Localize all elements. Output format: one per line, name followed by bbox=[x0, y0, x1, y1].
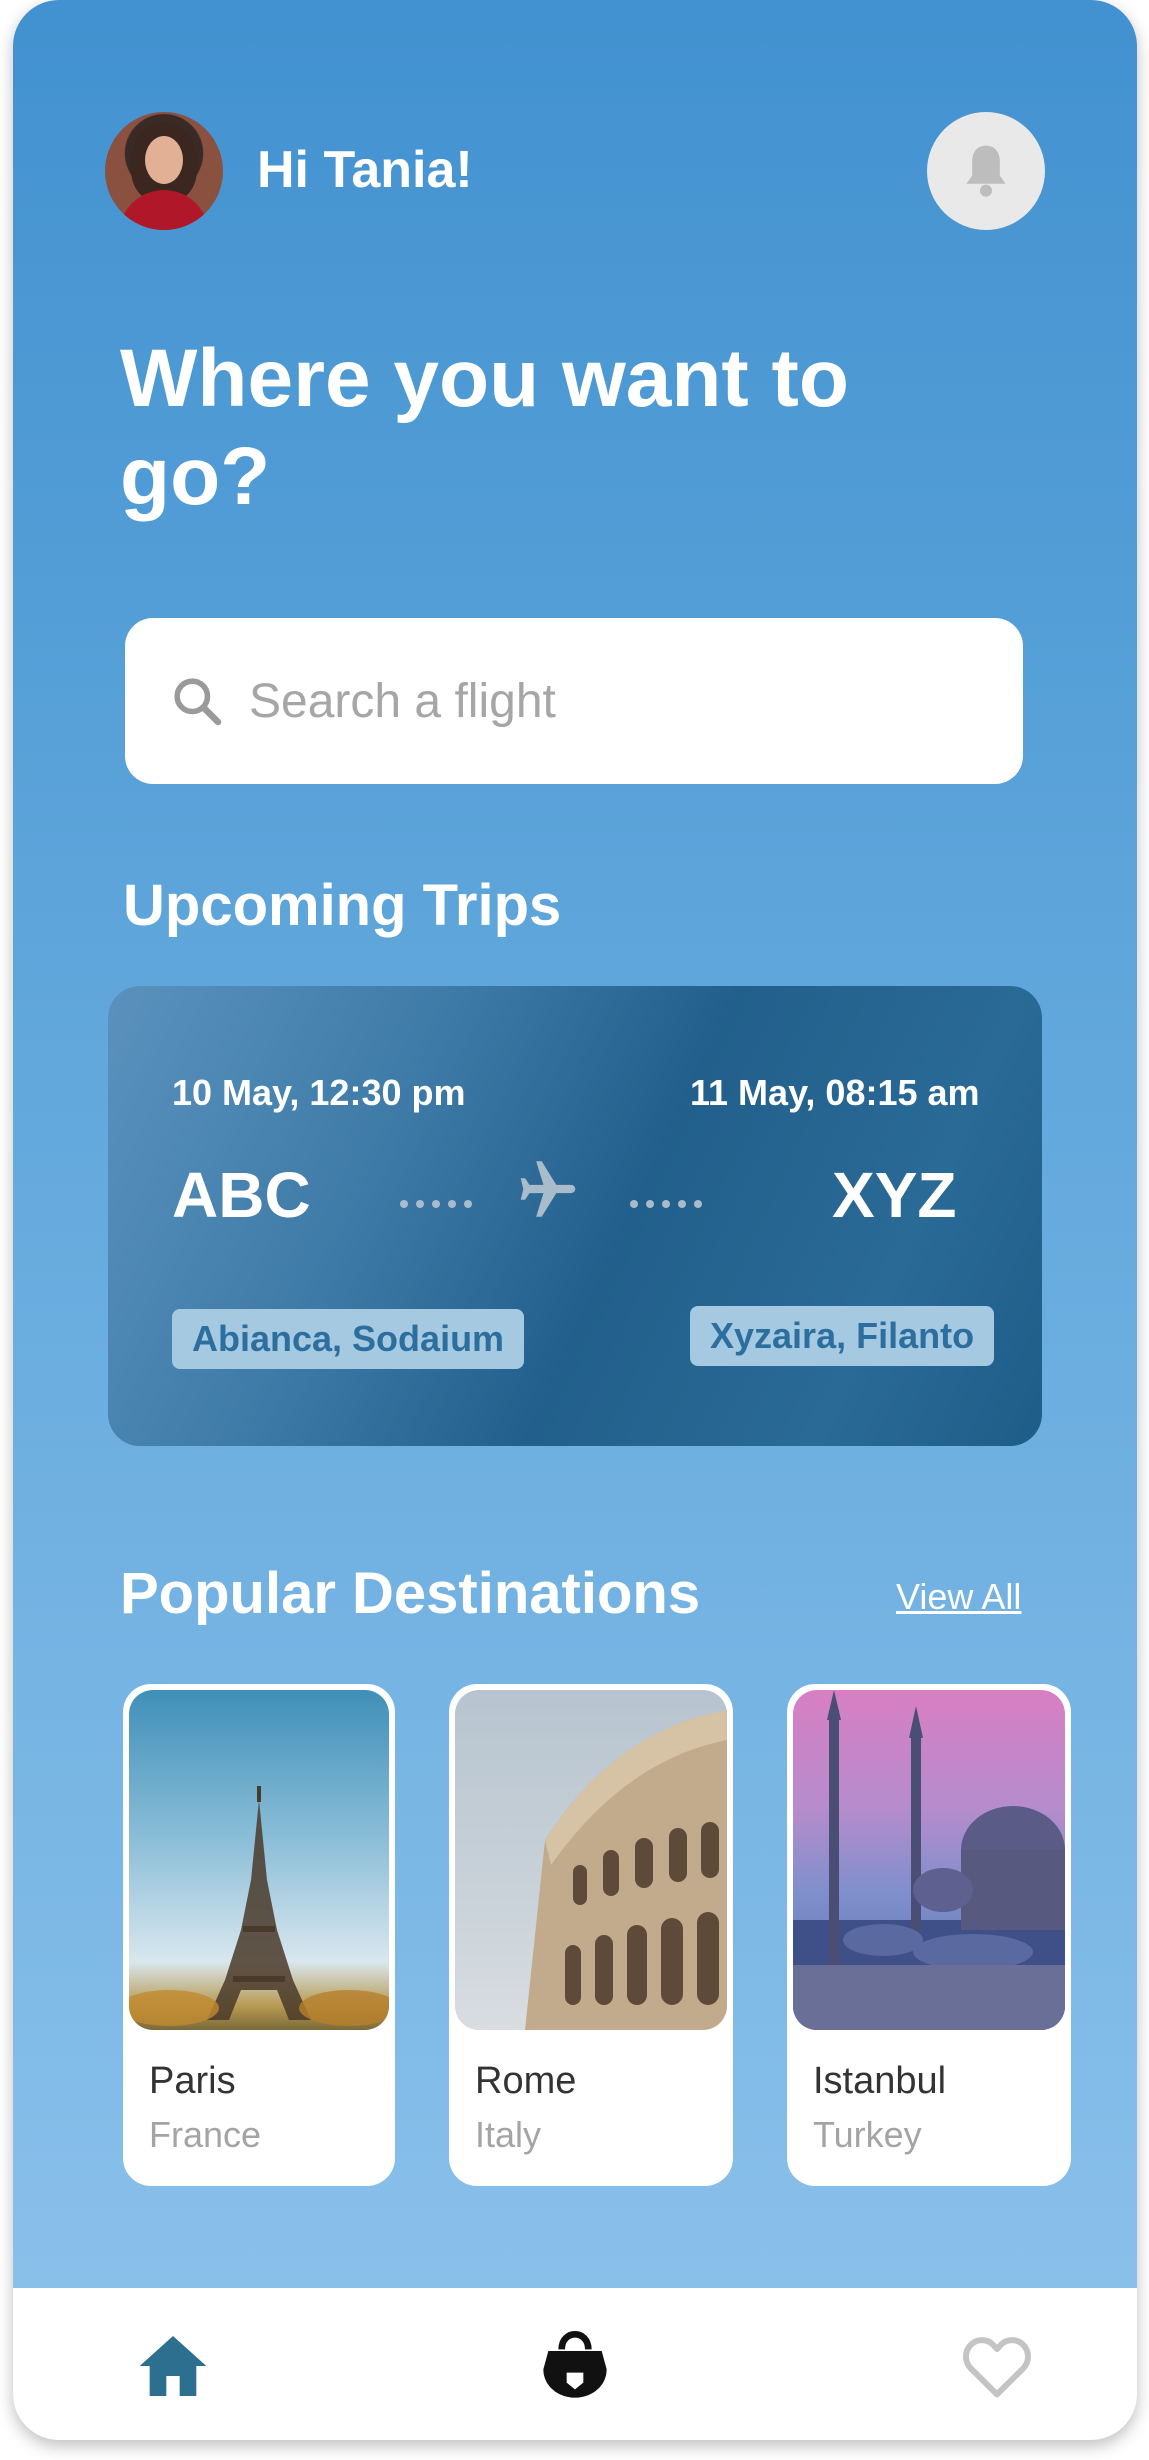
heart-icon bbox=[963, 2337, 1031, 2398]
destination-photo-istanbul bbox=[793, 1690, 1065, 2030]
destination-code: XYZ bbox=[832, 1159, 957, 1231]
destination-card-paris[interactable]: Paris France bbox=[123, 1684, 395, 2186]
destination-photo-paris bbox=[129, 1690, 389, 2030]
notification-button[interactable] bbox=[927, 112, 1045, 230]
popular-destinations-title: Popular Destinations bbox=[120, 1561, 701, 1626]
nav-home[interactable] bbox=[133, 2326, 213, 2406]
arrival-time: 11 May, 08:15 am bbox=[690, 1072, 980, 1113]
departure-time: 10 May, 12:30 pm bbox=[172, 1072, 466, 1113]
avatar[interactable] bbox=[105, 112, 223, 230]
destination-city: Istanbul bbox=[813, 2060, 947, 2102]
home-icon bbox=[139, 2336, 207, 2396]
destination-city: Rome bbox=[475, 2060, 577, 2102]
destination-country: Italy bbox=[475, 2114, 542, 2155]
app-screen: Hi Tania! Where you want to go? Upcoming… bbox=[13, 0, 1137, 2440]
origin-place-badge: Abianca, Sodaium bbox=[172, 1309, 525, 1369]
bottom-navigation bbox=[13, 2288, 1137, 2440]
colosseum-illustration bbox=[525, 1710, 727, 2030]
view-all-link[interactable]: View All bbox=[896, 1576, 1021, 1618]
destination-card-rome[interactable]: Rome Italy bbox=[449, 1684, 733, 2186]
origin-code: ABC bbox=[172, 1159, 311, 1231]
greeting-text: Hi Tania! bbox=[257, 141, 473, 199]
eiffel-tower-illustration bbox=[129, 1786, 389, 2026]
destination-place-badge: Xyzaira, Filanto bbox=[690, 1306, 995, 1366]
destination-photo-rome bbox=[455, 1690, 727, 2030]
search-icon bbox=[174, 678, 222, 726]
upcoming-trips-title: Upcoming Trips bbox=[123, 873, 562, 938]
airplane-icon bbox=[520, 1161, 576, 1217]
route-dots-right bbox=[630, 1200, 702, 1208]
destination-country: France bbox=[149, 2114, 262, 2155]
destination-city: Paris bbox=[149, 2060, 236, 2102]
mosque-illustration bbox=[793, 1690, 1065, 2030]
page-headline: Where you want to go? bbox=[120, 333, 849, 522]
nav-bookings[interactable] bbox=[535, 2326, 615, 2406]
search-bar[interactable] bbox=[125, 618, 1023, 784]
bell-icon bbox=[966, 145, 1006, 197]
upcoming-trip-card[interactable]: 10 May, 12:30 pm 11 May, 08:15 am ABC XY… bbox=[108, 986, 1042, 1446]
route-dots-left bbox=[400, 1200, 472, 1208]
bag-icon bbox=[543, 2330, 607, 2398]
destination-card-istanbul[interactable]: Istanbul Turkey bbox=[787, 1684, 1071, 2186]
nav-favorites[interactable] bbox=[957, 2326, 1037, 2406]
search-input[interactable] bbox=[249, 673, 1009, 729]
destination-country: Turkey bbox=[813, 2114, 922, 2155]
